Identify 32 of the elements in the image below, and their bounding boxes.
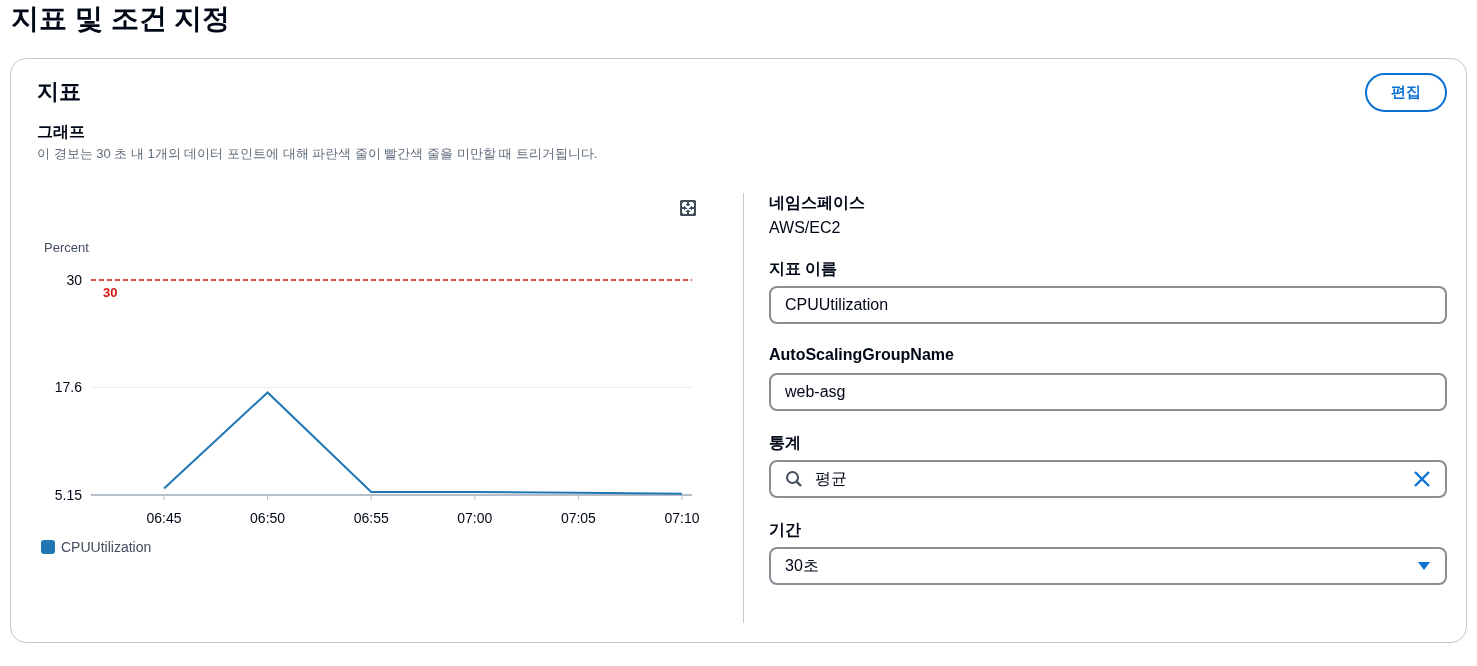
search-field[interactable]: 평균: [769, 460, 1447, 498]
field-label: AutoScalingGroupName: [769, 346, 955, 365]
field-label: 네임스페이스: [769, 193, 866, 213]
expand-icon[interactable]: [679, 199, 697, 217]
panel-title: 지표: [37, 78, 81, 106]
search-icon: [785, 470, 803, 488]
field-label: 기간: [769, 520, 802, 540]
threshold-label: 30: [103, 285, 118, 300]
x-tick-label: 06:45: [146, 510, 182, 526]
edit-button[interactable]: 편집: [1365, 73, 1447, 112]
input-field[interactable]: web-asg: [769, 373, 1447, 411]
select-dropdown[interactable]: 30초: [769, 547, 1447, 585]
graph-title: 그래프: [37, 122, 86, 142]
search-value: 평균: [815, 468, 848, 489]
x-tick-label: 07:00: [457, 510, 493, 526]
x-tick-label: 07:10: [664, 510, 700, 526]
graph-description: 이 경보는 30 초 내 1개의 데이터 포인트에 대해 파란색 줄이 빨간색 줄을 미만할 때 트리거됩니다.: [37, 145, 599, 163]
caret-icon: [1417, 561, 1431, 571]
legend-label: CPUUtilization: [61, 539, 152, 555]
clear-icon[interactable]: [1413, 470, 1431, 488]
field-label: 통계: [769, 433, 802, 453]
y-tick-label: 17.6: [54, 379, 82, 396]
y-tick-label: 5.15: [54, 487, 82, 503]
input-field[interactable]: CPUUtilization: [769, 286, 1447, 324]
field-label: 지표 이름: [769, 259, 839, 279]
x-tick-label: 07:05: [560, 510, 596, 526]
page-title: 지표 및 조건 지정: [10, 2, 232, 36]
x-tick-label: 06:50: [250, 510, 286, 526]
x-tick-label: 06:55: [353, 510, 389, 526]
field-value: AWS/EC2: [769, 219, 842, 237]
y-axis-label: Percent: [44, 240, 89, 255]
y-tick-label: 30: [66, 272, 82, 288]
